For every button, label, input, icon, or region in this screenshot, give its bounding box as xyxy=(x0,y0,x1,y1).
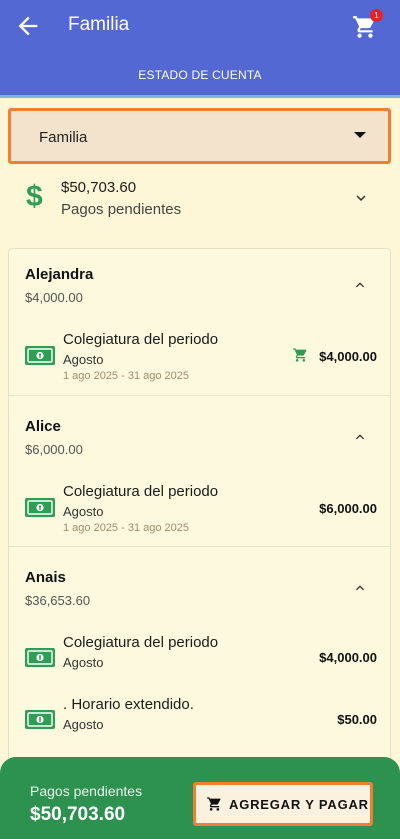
back-arrow-icon[interactable] xyxy=(14,12,42,40)
charge-title: Colegiatura del periodo xyxy=(63,331,219,348)
add-and-pay-button[interactable]: AGREGAR Y PAGAR xyxy=(193,782,373,826)
charge-item[interactable]: . Horario extendido. Agosto $50.00 xyxy=(9,694,390,744)
page-subtitle: ESTADO DE CUENTA xyxy=(138,68,262,82)
charge-period: 1 ago 2025 - 31 ago 2025 xyxy=(63,522,190,534)
account-card: Alejandra $4,000.00 Colegiatura del peri… xyxy=(8,248,391,808)
charge-month: Agosto xyxy=(63,717,104,732)
student-name: Alejandra xyxy=(25,266,94,283)
charge-title: Colegiatura del periodo xyxy=(63,634,219,651)
pending-summary[interactable]: $ $50,703.60 Pagos pendientes xyxy=(8,172,391,228)
student-section: Alejandra $4,000.00 Colegiatura del peri… xyxy=(9,249,390,395)
charge-item[interactable]: Colegiatura del periodo Agosto 1 ago 202… xyxy=(9,329,390,385)
footer-amount: $50,703.60 xyxy=(30,804,126,825)
charge-item[interactable]: Colegiatura del periodo Agosto $4,000.00 xyxy=(9,632,390,682)
student-total: $4,000.00 xyxy=(25,290,83,305)
family-selector[interactable]: Familia xyxy=(8,108,391,164)
cash-icon xyxy=(25,346,55,365)
pending-caption: Pagos pendientes xyxy=(61,201,182,218)
cash-icon xyxy=(25,648,55,667)
dollar-icon: $ xyxy=(26,180,43,213)
family-selector-value: Familia xyxy=(39,129,88,146)
charge-amount: $50.00 xyxy=(337,712,377,727)
student-name: Alice xyxy=(25,418,61,435)
charge-month: Agosto xyxy=(63,504,104,519)
cash-icon xyxy=(25,498,55,517)
pending-amount: $50,703.60 xyxy=(61,179,137,196)
add-and-pay-label: AGREGAR Y PAGAR xyxy=(229,797,369,812)
student-total: $6,000.00 xyxy=(25,442,83,457)
student-section: Alice $6,000.00 Colegiatura del periodo … xyxy=(9,395,390,546)
charge-title: Colegiatura del periodo xyxy=(63,483,219,500)
app-bar: Familia 1 ESTADO DE CUENTA xyxy=(0,0,400,95)
chevron-up-icon[interactable] xyxy=(352,429,368,445)
charge-period: 1 ago 2025 - 31 ago 2025 xyxy=(63,370,190,382)
chevron-down-icon[interactable] xyxy=(352,189,370,207)
cash-icon xyxy=(25,710,55,729)
charge-month: Agosto xyxy=(63,655,104,670)
charge-item[interactable]: Colegiatura del periodo Agosto 1 ago 202… xyxy=(9,481,390,537)
chevron-up-icon[interactable] xyxy=(352,580,368,596)
cart-count-badge: 1 xyxy=(370,9,383,22)
student-total: $36,653.60 xyxy=(25,593,91,608)
page-title: Familia xyxy=(68,14,130,35)
charge-amount: $4,000.00 xyxy=(319,349,377,364)
charge-amount: $6,000.00 xyxy=(319,501,377,516)
appbar-divider xyxy=(0,95,400,98)
student-name: Anais xyxy=(25,569,66,586)
charge-amount: $4,000.00 xyxy=(319,650,377,665)
cart-icon xyxy=(207,797,221,811)
footer-label: Pagos pendientes xyxy=(30,783,143,799)
chevron-up-icon[interactable] xyxy=(352,277,368,293)
charge-title: . Horario extendido. xyxy=(63,696,194,713)
charge-month: Agosto xyxy=(63,352,104,367)
dropdown-caret-icon xyxy=(354,132,366,138)
in-cart-icon xyxy=(293,348,307,362)
checkout-footer: Pagos pendientes $50,703.60 AGREGAR Y PA… xyxy=(0,757,400,839)
